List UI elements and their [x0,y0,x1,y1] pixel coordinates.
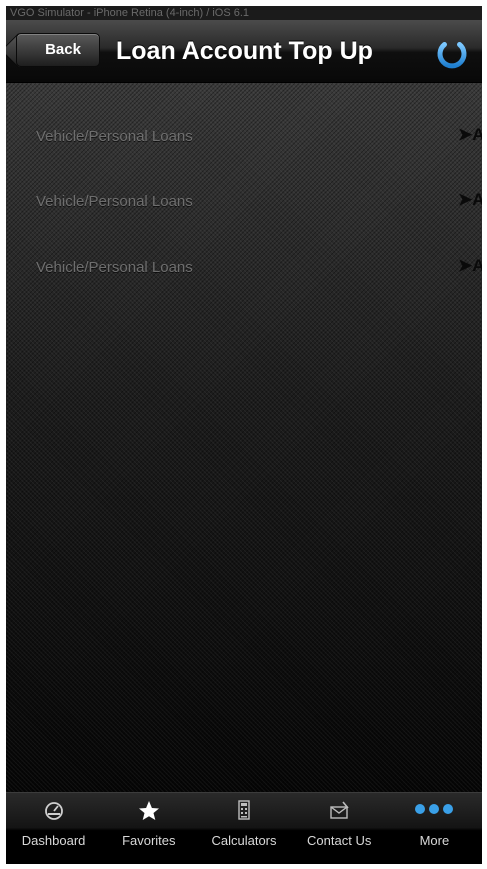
tab-contact-us[interactable]: Contact Us [292,793,387,864]
tab-label: Calculators [211,833,277,848]
tab-bar: Dashboard Favorites Calculators Contact … [6,792,482,864]
envelope-icon [325,799,353,823]
more-dots-icon [412,799,456,823]
back-button[interactable]: Back [16,33,100,67]
star-icon [135,799,163,823]
tab-label: Contact Us [307,833,372,848]
navigation-bar: Back Loan Account Top Up [6,20,482,83]
phone-screen: VGO Simulator - iPhone Retina (4-inch) /… [6,6,482,864]
loan-action-link[interactable]: ➤Ac [458,256,482,276]
tab-favorites[interactable]: Favorites [101,793,196,864]
tab-label: Favorites [122,833,176,848]
loan-action-link[interactable]: ➤Ac [458,190,482,210]
tab-dashboard[interactable]: Dashboard [6,793,101,864]
tab-calculators[interactable]: Calculators [196,793,291,864]
tab-more[interactable]: More [387,793,482,864]
tab-label: More [419,833,450,848]
status-bar: VGO Simulator - iPhone Retina (4-inch) /… [6,6,482,20]
loan-list: Vehicle/Personal Loans ➤Ac Vehicle/Perso… [6,83,482,792]
loan-label: Vehicle/Personal Loans [36,128,193,145]
loan-row[interactable]: Vehicle/Personal Loans ➤Ac [6,249,482,289]
gauge-icon [40,799,68,823]
status-bar-text: VGO Simulator - iPhone Retina (4-inch) /… [10,7,250,19]
loan-row[interactable]: Vehicle/Personal Loans ➤Ac [6,118,482,158]
loan-label: Vehicle/Personal Loans [36,259,193,276]
loan-row[interactable]: Vehicle/Personal Loans ➤Ac [6,183,482,223]
calculator-icon [230,799,258,823]
loan-action-link[interactable]: ➤Ac [458,125,482,145]
loan-label: Vehicle/Personal Loans [36,193,193,210]
tab-label: Dashboard [21,833,86,848]
